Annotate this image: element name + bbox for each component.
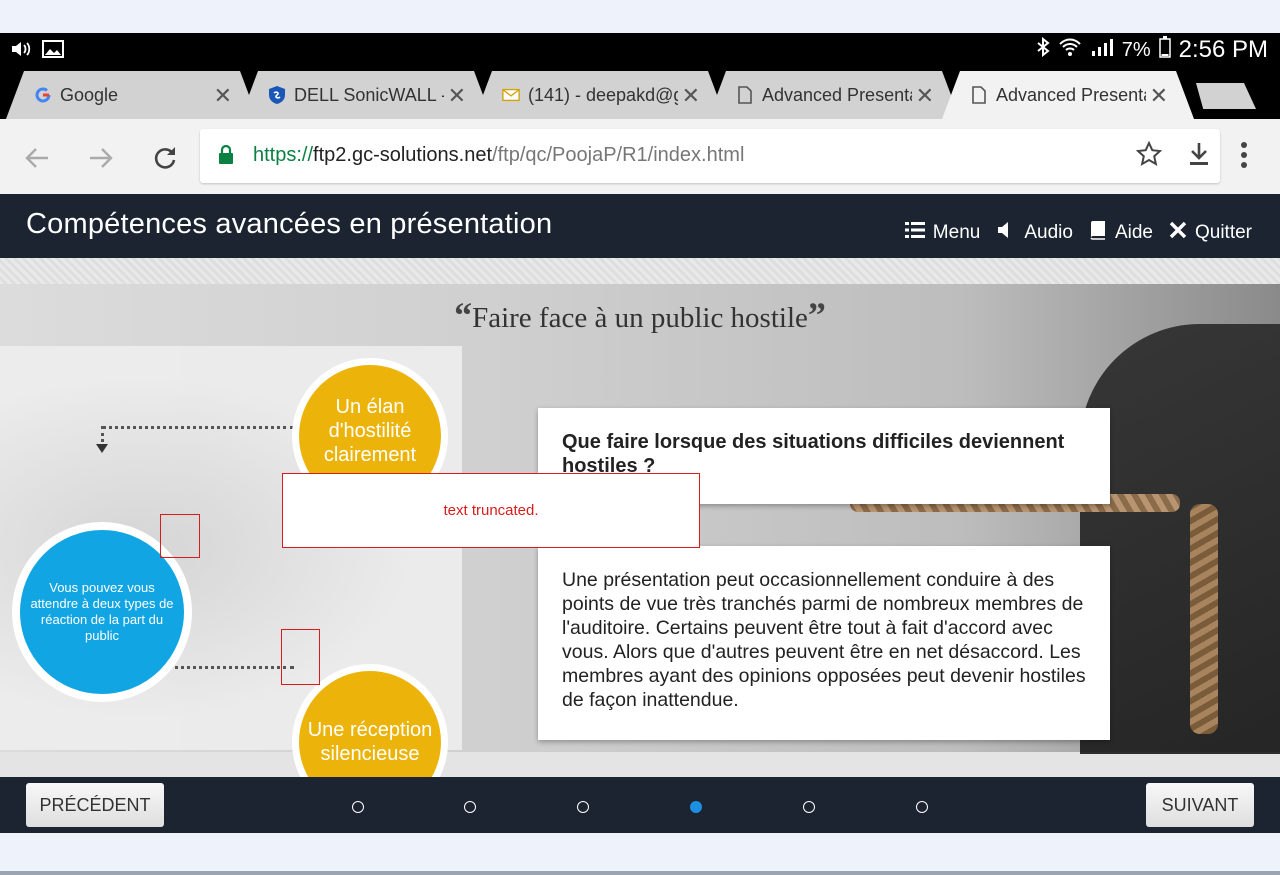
connector-line — [102, 426, 294, 429]
tab-label: Advanced Presentat — [996, 84, 1146, 105]
mail-icon — [502, 86, 520, 104]
tab-strip: Google ✕ DELL SonicWALL - U ✕ (141) - de… — [0, 67, 1280, 119]
tab-presentation-1[interactable]: Advanced Presentat ✕ — [708, 71, 960, 119]
image-icon — [42, 40, 64, 63]
battery-percent: 7% — [1121, 38, 1151, 61]
issue-marker — [160, 514, 200, 558]
download-icon[interactable] — [1188, 141, 1210, 172]
forward-button[interactable] — [84, 141, 118, 175]
page-dot[interactable] — [916, 801, 928, 813]
truncation-callout: text truncated. — [282, 473, 700, 548]
businessman-image — [1080, 324, 1280, 754]
help-button[interactable]: Aide — [1089, 220, 1153, 246]
signal-icon — [1090, 37, 1114, 63]
close-quote-icon: ” — [807, 295, 826, 335]
truncation-text: text truncated. — [443, 502, 539, 519]
quit-label: Quitter — [1194, 222, 1252, 243]
arrow-down-icon — [96, 444, 108, 453]
menu-label: Menu — [932, 222, 981, 243]
tab-presentation-2[interactable]: Advanced Presentat ✕ — [942, 71, 1194, 119]
browser-toolbar: https://ftp2.gc-solutions.net/ftp/qc/Poo… — [0, 119, 1280, 194]
google-icon — [34, 86, 52, 104]
clock: 2:56 PM — [1178, 36, 1268, 63]
tab-label: Advanced Presentat — [762, 84, 912, 105]
page-dot[interactable] — [352, 801, 364, 813]
reaction-types-text: Vous pouvez vous attendre à deux types d… — [30, 580, 174, 643]
close-icon[interactable]: ✕ — [214, 83, 232, 109]
window-edge — [0, 871, 1280, 875]
slide-navigation: PRÉCÉDENT SUIVANT — [0, 777, 1280, 833]
tab-sonicwall[interactable]: DELL SonicWALL - U ✕ — [240, 71, 492, 119]
status-bar: 7% 2:56 PM — [0, 33, 1280, 67]
back-button[interactable] — [20, 141, 54, 175]
battery-icon — [1158, 36, 1171, 64]
course-nav: Menu Audio Aide Quitter — [904, 220, 1252, 246]
next-button[interactable]: SUIVANT — [1146, 783, 1254, 827]
page-dot-active[interactable] — [690, 801, 702, 813]
volume-icon — [10, 40, 32, 63]
menu-button[interactable]: Menu — [904, 221, 981, 245]
diagram-panel: Vous pouvez vous attendre à deux types d… — [0, 346, 462, 777]
tab-label: Google — [60, 84, 119, 105]
previous-button[interactable]: PRÉCÉDENT — [26, 783, 164, 827]
url-text: https://ftp2.gc-solutions.net/ftp/qc/Poo… — [253, 144, 745, 166]
close-icon — [1169, 221, 1187, 245]
list-icon — [904, 221, 925, 245]
lock-icon — [218, 144, 234, 170]
overflow-menu-icon[interactable] — [1240, 141, 1248, 174]
reload-button[interactable] — [148, 141, 182, 175]
star-icon[interactable] — [1135, 140, 1163, 172]
page-icon — [970, 86, 988, 104]
tab-label: (141) - deepakd@gc — [528, 84, 678, 105]
close-icon[interactable]: ✕ — [448, 83, 466, 109]
page-icon — [736, 86, 754, 104]
close-icon[interactable]: ✕ — [682, 83, 700, 109]
audio-label: Audio — [1024, 222, 1073, 243]
bluetooth-icon — [1036, 36, 1050, 63]
course-title: Compétences avancées en présentation — [26, 208, 553, 240]
rope-image — [1190, 504, 1218, 734]
speaker-icon — [996, 220, 1016, 246]
course-header: Compétences avancées en présentation Men… — [0, 194, 1280, 258]
address-bar[interactable]: https://ftp2.gc-solutions.net/ftp/qc/Poo… — [200, 129, 1220, 183]
connector-line — [101, 426, 104, 442]
tab-mail[interactable]: (141) - deepakd@gc ✕ — [474, 71, 726, 119]
silent-reception-text: Une réception silencieuse — [307, 719, 433, 765]
decorative-stripe — [0, 258, 1280, 284]
page-dot[interactable] — [577, 801, 589, 813]
question-text: Que faire lorsque des situations diffici… — [562, 431, 1065, 477]
wifi-icon — [1058, 36, 1082, 64]
tab-label: DELL SonicWALL - U — [294, 84, 437, 105]
new-tab-button[interactable] — [1196, 83, 1256, 109]
quit-button[interactable]: Quitter — [1169, 221, 1252, 245]
shield-icon — [268, 86, 286, 104]
close-icon[interactable]: ✕ — [1150, 83, 1168, 109]
help-label: Aide — [1114, 222, 1153, 243]
audio-button[interactable]: Audio — [996, 220, 1073, 246]
close-icon[interactable]: ✕ — [916, 83, 934, 109]
body-text: Une présentation peut occasionnellement … — [562, 569, 1086, 711]
open-hostility-text: Un élan d'hostilité clairement — [323, 396, 417, 466]
page-dot[interactable] — [803, 801, 815, 813]
open-quote-icon: “ — [454, 295, 473, 335]
tab-google[interactable]: Google ✕ — [6, 71, 258, 119]
book-icon — [1089, 220, 1107, 246]
page-dot[interactable] — [464, 801, 476, 813]
body-card: Une présentation peut occasionnellement … — [538, 546, 1110, 740]
issue-marker — [281, 629, 320, 685]
slide-title: “Faire face à un public hostile” — [454, 295, 826, 335]
